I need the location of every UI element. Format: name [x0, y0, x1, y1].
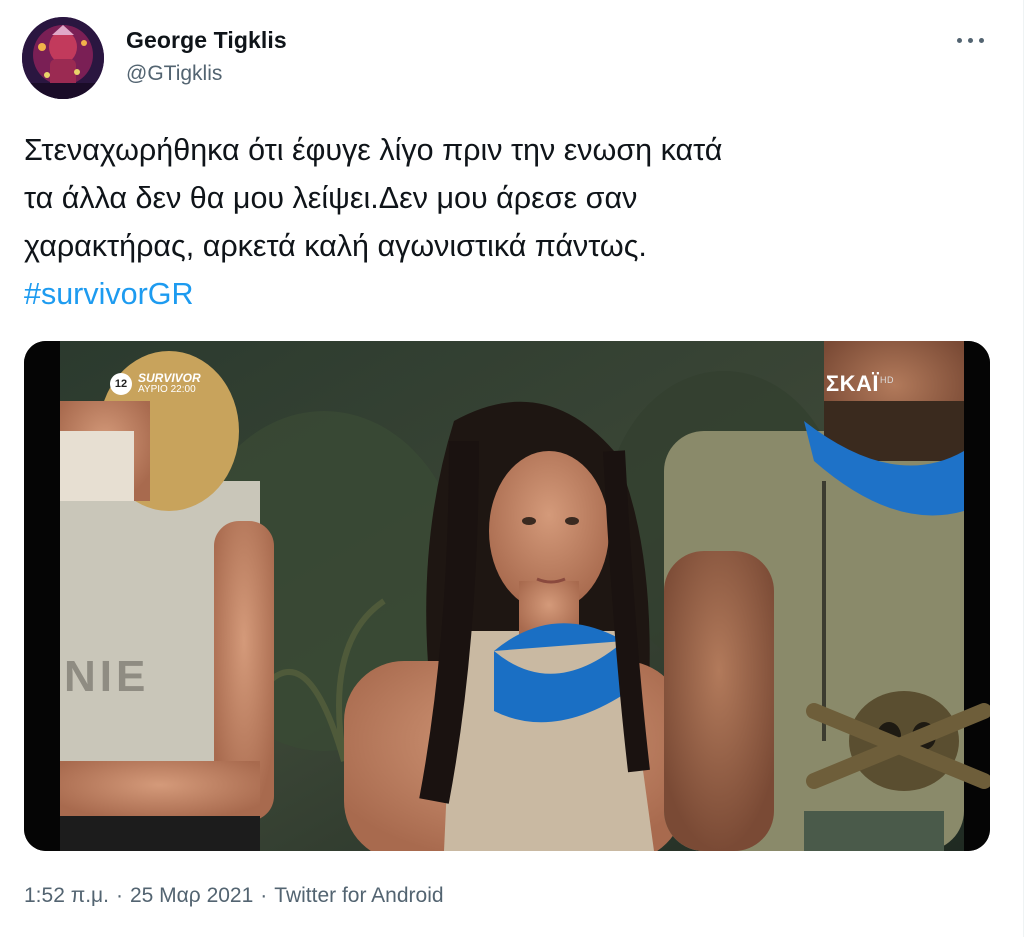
tweet-media[interactable]: NIE 12 SURVIVOR ΑΥΡΙΟ 22:00 ΣΚΑΪHD — [24, 341, 990, 851]
avatar[interactable] — [22, 17, 104, 99]
tweet-meta: 1:52 π.μ. · 25 Μαρ 2021 · Twitter for Androi… — [24, 884, 444, 908]
network-logo: ΣΚΑΪHD — [826, 371, 894, 397]
network-name: ΣΚΑΪ — [825, 371, 879, 396]
tweet-time[interactable]: 1:52 π.μ. — [24, 884, 109, 907]
tweet-source[interactable]: Twitter for Android — [274, 884, 443, 907]
tv-show-overlay: 12 SURVIVOR ΑΥΡΙΟ 22:00 — [110, 372, 201, 396]
shirt-print-text: NIE — [64, 652, 149, 701]
tweet-text-line: τα άλλα δεν θα μου λείψει.Δεν μου άρεσε … — [24, 181, 638, 215]
author-name[interactable]: George Tigklis — [126, 27, 287, 54]
avatar-image — [22, 17, 104, 99]
tweet-card: George Tigklis @GTigklis Στεναχωρήθηκα ό… — [0, 0, 1024, 937]
tweet-text-line: χαρακτήρας, αρκετά καλή αγωνιστικά πάντω… — [24, 229, 647, 263]
meta-separator: · — [115, 884, 123, 907]
author-handle[interactable]: @GTigklis — [126, 62, 222, 86]
tweet-text: Στεναχωρήθηκα ότι έφυγε λίγο πριν την εν… — [24, 126, 994, 318]
hashtag-link[interactable]: #survivorGR — [24, 270, 994, 318]
channel-number-badge: 12 — [110, 373, 132, 395]
network-suffix: HD — [880, 374, 894, 385]
show-schedule-overlay: ΑΥΡΙΟ 22:00 — [138, 384, 196, 395]
meta-separator: · — [260, 884, 268, 907]
media-image: NIE — [24, 341, 990, 851]
show-title-overlay: SURVIVOR — [138, 371, 201, 385]
more-horizontal-icon[interactable] — [953, 26, 989, 54]
tweet-date[interactable]: 25 Μαρ 2021 — [130, 884, 253, 907]
tweet-text-line: Στεναχωρήθηκα ότι έφυγε λίγο πριν την εν… — [24, 133, 723, 167]
